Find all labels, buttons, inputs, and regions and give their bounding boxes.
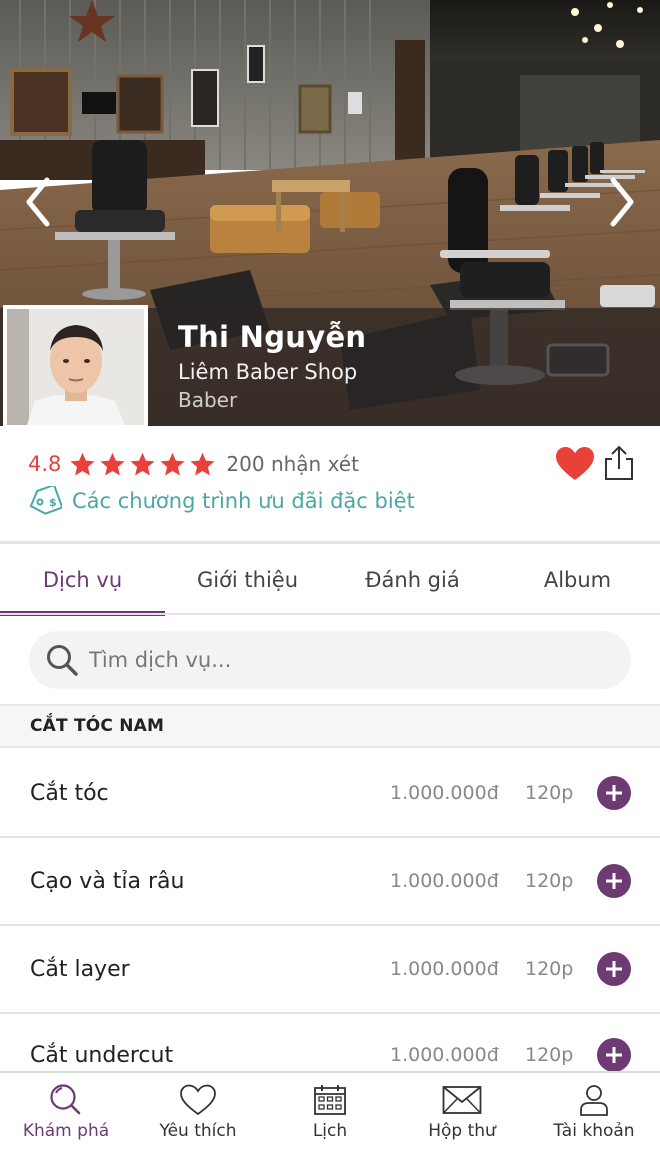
service-duration: 120p [525, 870, 574, 892]
promotions-link[interactable]: $ Các chương trình ưu đãi đặc biệt [28, 484, 415, 518]
service-search-bar[interactable] [29, 631, 631, 689]
svg-text:$: $ [49, 496, 57, 509]
nav-explore[interactable]: Khám phá [0, 1073, 132, 1151]
service-price: 1.000.000đ [390, 870, 499, 892]
promotions-label: Các chương trình ưu đãi đặc biệt [72, 489, 415, 513]
add-service-button[interactable] [597, 952, 631, 986]
service-row[interactable]: Cắt layer 1.000.000đ 120p [0, 926, 660, 1014]
rating-value: 4.8 [28, 452, 62, 476]
service-price: 1.000.000đ [390, 1044, 499, 1066]
category-header: CẮT TÓC NAM [0, 704, 660, 748]
nav-account-label: Tài khoản [553, 1121, 635, 1141]
section-divider [0, 541, 660, 544]
barber-portrait [7, 309, 144, 425]
tab-album[interactable]: Album [495, 546, 660, 614]
add-service-button[interactable] [597, 1038, 631, 1072]
cover-photo: Thi Nguyễn Liêm Baber Shop Baber [0, 0, 660, 426]
calendar-icon [310, 1083, 350, 1117]
service-name: Cắt layer [30, 956, 130, 982]
plus-icon [606, 1047, 622, 1063]
nav-favorites-label: Yêu thích [159, 1121, 237, 1141]
shop-name[interactable]: Liêm Baber Shop [178, 360, 357, 384]
rating-stars [69, 451, 216, 478]
search-icon [46, 1083, 86, 1117]
barber-role: Baber [178, 388, 238, 412]
nav-calendar-label: Lịch [312, 1121, 348, 1141]
plus-icon [606, 785, 622, 801]
heart-icon [556, 447, 594, 480]
star-icon [190, 452, 215, 476]
service-row[interactable]: Cắt tóc 1.000.000đ 120p [0, 750, 660, 838]
share-button[interactable] [602, 444, 636, 482]
service-row[interactable]: Cạo và tỉa râu 1.000.000đ 120p [0, 838, 660, 926]
plus-icon [606, 873, 622, 889]
chevron-right-icon [610, 177, 634, 227]
price-tag-icon: $ [29, 486, 62, 515]
tab-reviews[interactable]: Đánh giá [330, 546, 495, 614]
bottom-navigation: Khám phá Yêu thích Lịch Hộp thư Tài khoả… [0, 1071, 660, 1151]
nav-explore-label: Khám phá [22, 1121, 110, 1141]
nav-inbox-label: Hộp thư [428, 1121, 496, 1141]
tab-services[interactable]: Dịch vụ [0, 546, 165, 614]
tab-about[interactable]: Giới thiệu [165, 546, 330, 614]
heart-outline-icon [178, 1083, 218, 1117]
share-icon [605, 445, 633, 480]
previous-photo-button[interactable] [18, 172, 58, 232]
service-name: Cắt tóc [30, 780, 109, 806]
favorite-button[interactable] [555, 446, 595, 482]
service-duration: 120p [525, 1044, 574, 1066]
rating-summary[interactable]: 4.8 200 nhận xét [28, 448, 359, 480]
tabs-divider [0, 613, 660, 615]
service-price: 1.000.000đ [390, 782, 499, 804]
profile-tabs: Dịch vụ Giới thiệu Đánh giá Album [0, 546, 660, 614]
next-photo-button[interactable] [602, 172, 642, 232]
service-duration: 120p [525, 782, 574, 804]
bottom-safe-area [0, 1151, 660, 1173]
star-icon [160, 452, 185, 476]
star-icon [70, 452, 95, 476]
mail-icon [442, 1083, 482, 1117]
star-icon [130, 452, 155, 476]
nav-account[interactable]: Tài khoản [528, 1073, 660, 1151]
service-name: Cắt undercut [30, 1042, 174, 1068]
avatar[interactable] [3, 305, 148, 426]
user-icon [574, 1083, 614, 1117]
plus-icon [606, 961, 622, 977]
review-count: 200 nhận xét [226, 452, 359, 476]
service-name: Cạo và tỉa râu [30, 868, 185, 894]
add-service-button[interactable] [597, 776, 631, 810]
star-icon [100, 452, 125, 476]
service-duration: 120p [525, 958, 574, 980]
add-service-button[interactable] [597, 864, 631, 898]
service-price: 1.000.000đ [390, 958, 499, 980]
search-icon [47, 645, 78, 676]
nav-favorites[interactable]: Yêu thích [132, 1073, 264, 1151]
nav-inbox[interactable]: Hộp thư [396, 1073, 528, 1151]
chevron-left-icon [26, 177, 50, 227]
service-search-input[interactable] [89, 648, 589, 672]
barber-name: Thi Nguyễn [178, 320, 367, 354]
nav-calendar[interactable]: Lịch [264, 1073, 396, 1151]
